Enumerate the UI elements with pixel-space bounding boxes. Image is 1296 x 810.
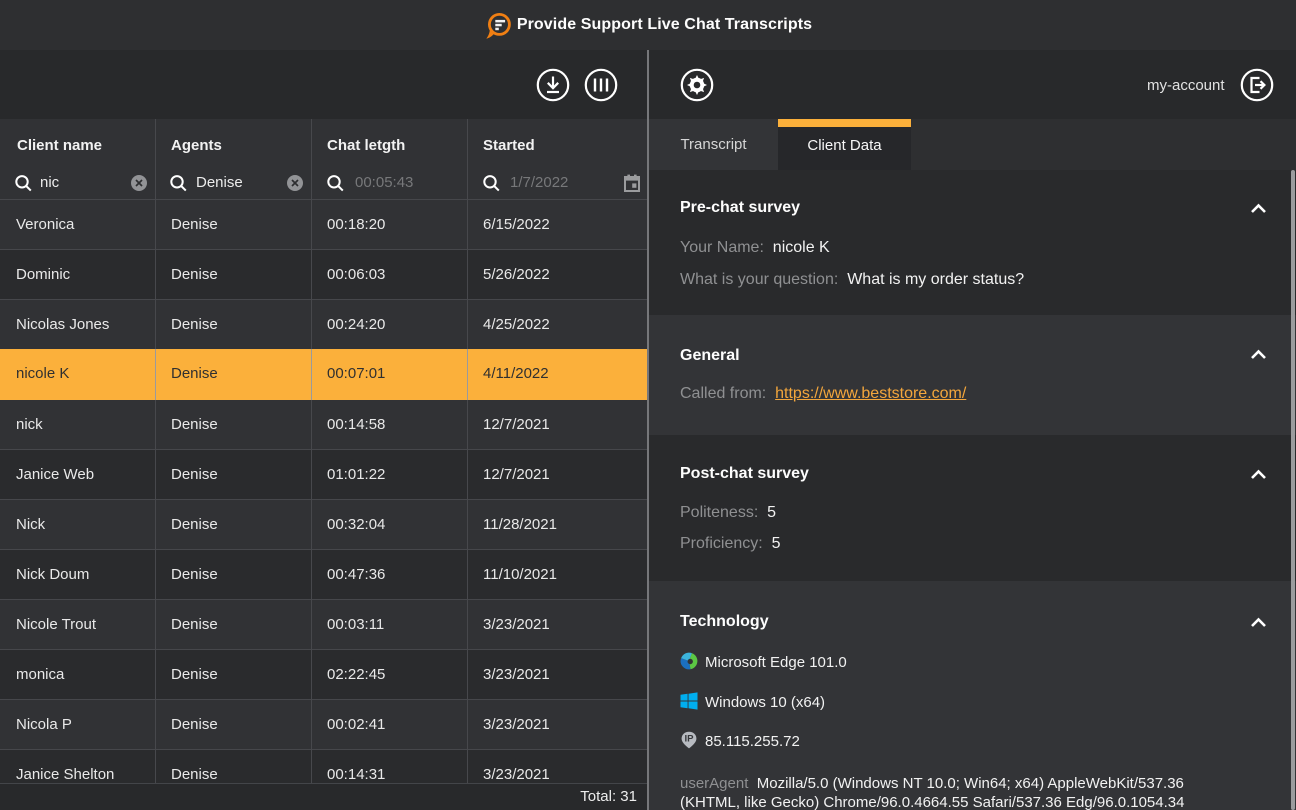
- svg-text:IP: IP: [684, 734, 694, 745]
